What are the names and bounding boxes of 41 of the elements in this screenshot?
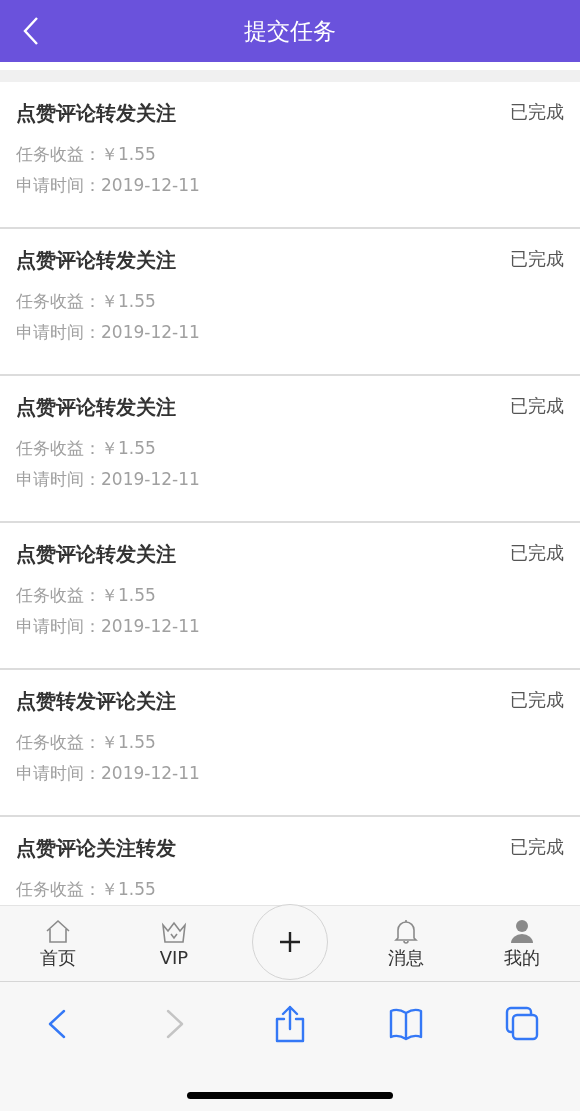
task-card[interactable]: 点赞转发评论关注 已完成 任务收益：￥1.55 申请时间：2019-12-11 [0, 670, 580, 817]
task-income: 任务收益：￥1.55 [16, 143, 157, 166]
task-card[interactable]: 点赞评论转发关注 已完成 任务收益：￥1.55 申请时间：2019-12-11 [0, 229, 580, 376]
plus-icon [279, 930, 301, 953]
task-date: 申请时间：2019-12-11 [16, 615, 201, 638]
task-card[interactable]: 点赞评论转发关注 已完成 任务收益：￥1.55 申请时间：2019-12-11 [0, 82, 580, 229]
page-title: 提交任务 [244, 16, 336, 46]
task-card[interactable]: 点赞评论转发关注 已完成 任务收益：￥1.55 申请时间：2019-12-11 [0, 523, 580, 670]
task-status: 已完成 [510, 541, 564, 565]
task-income: 任务收益：￥1.55 [16, 584, 157, 607]
tabs-icon [504, 1005, 540, 1043]
task-status: 已完成 [510, 247, 564, 271]
task-income: 任务收益：￥1.55 [16, 878, 157, 901]
back-icon [22, 16, 40, 46]
task-title: 点赞评论关注转发 [16, 835, 176, 862]
tab-item[interactable]: 首页 [0, 906, 116, 981]
bell-icon [392, 917, 420, 944]
tab-item[interactable]: 我的 [464, 906, 580, 981]
task-status: 已完成 [510, 688, 564, 712]
crown-icon [160, 919, 188, 945]
task-title: 点赞评论转发关注 [16, 541, 176, 568]
task-status: 已完成 [510, 835, 564, 859]
task-date: 申请时间：2019-12-11 [16, 174, 201, 197]
tab-item[interactable]: VIP [116, 906, 232, 981]
task-card[interactable]: 点赞评论转发关注 已完成 任务收益：￥1.55 申请时间：2019-12-11 [0, 376, 580, 523]
task-income: 任务收益：￥1.55 [16, 290, 157, 313]
task-title: 点赞转发评论关注 [16, 688, 176, 715]
task-income: 任务收益：￥1.55 [16, 731, 157, 754]
task-title: 点赞评论转发关注 [16, 247, 176, 274]
task-title: 点赞评论转发关注 [16, 100, 176, 127]
tab-item[interactable]: 消息 [348, 906, 464, 981]
task-status: 已完成 [510, 100, 564, 124]
task-status: 已完成 [510, 394, 564, 418]
person-icon [508, 917, 536, 944]
task-income: 任务收益：￥1.55 [16, 437, 157, 460]
task-title: 点赞评论转发关注 [16, 394, 176, 421]
task-date: 申请时间：2019-12-11 [16, 762, 201, 785]
task-date: 申请时间：2019-12-11 [16, 468, 201, 491]
home-icon [44, 917, 72, 944]
task-date: 申请时间：2019-12-11 [16, 321, 201, 344]
tabs-button[interactable] [504, 1005, 540, 1043]
